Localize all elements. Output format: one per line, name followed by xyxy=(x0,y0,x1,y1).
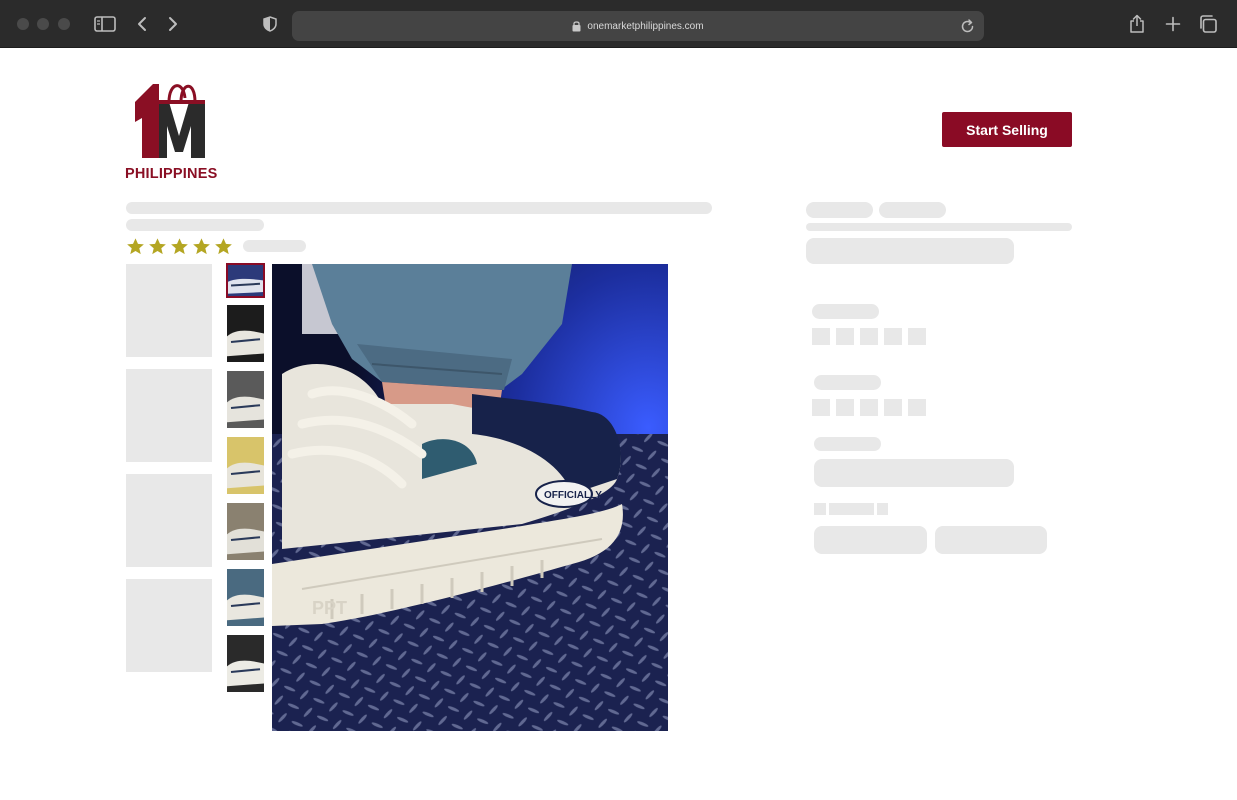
option-swatch-skeleton xyxy=(836,328,854,345)
quantity-label-skeleton xyxy=(814,437,881,451)
lock-icon xyxy=(572,20,581,32)
new-tab-icon[interactable] xyxy=(1161,12,1185,36)
star-icon xyxy=(149,238,166,255)
sneaker-photo: OFFICIALLY PPT xyxy=(272,264,668,731)
quantity-skeleton xyxy=(814,459,1014,487)
option-swatch-skeleton xyxy=(908,399,926,416)
option-swatch-skeleton xyxy=(908,328,926,345)
image-placeholder xyxy=(126,369,212,462)
star-icon xyxy=(215,238,232,255)
review-count-skeleton xyxy=(243,240,306,252)
option-swatch-skeleton xyxy=(884,328,902,345)
product-thumbnail[interactable] xyxy=(227,437,264,494)
product-thumbnail[interactable] xyxy=(227,371,264,428)
image-placeholder xyxy=(126,579,212,672)
title-skeleton xyxy=(126,202,712,214)
reload-icon[interactable] xyxy=(958,17,976,35)
image-placeholder xyxy=(126,264,212,357)
promo-skeleton xyxy=(806,238,1014,264)
product-thumbnail[interactable] xyxy=(226,263,265,298)
star-icon xyxy=(127,238,144,255)
sidebar-icon[interactable] xyxy=(93,12,117,36)
logo-wordmark: PHILIPPINES xyxy=(125,166,218,182)
forward-icon[interactable] xyxy=(161,12,185,36)
image-placeholder xyxy=(126,474,212,567)
shopping-bag-logo-icon xyxy=(135,84,205,158)
tabs-icon[interactable] xyxy=(1196,12,1220,36)
minimize-window-button[interactable] xyxy=(37,18,49,30)
option-label-skeleton xyxy=(814,375,881,390)
share-icon[interactable] xyxy=(1125,12,1149,36)
svg-text:PPT: PPT xyxy=(312,598,347,618)
price-skeleton xyxy=(806,202,873,218)
option-label-skeleton xyxy=(812,304,879,319)
title-skeleton xyxy=(126,219,264,231)
option-swatch-skeleton xyxy=(860,399,878,416)
option-swatch-skeleton xyxy=(884,399,902,416)
product-thumbnail[interactable] xyxy=(227,305,264,362)
option-swatch-skeleton xyxy=(836,399,854,416)
stock-skeleton xyxy=(877,503,888,515)
option-swatch-skeleton xyxy=(812,328,830,345)
shield-icon[interactable] xyxy=(258,12,282,36)
star-icon xyxy=(171,238,188,255)
zoom-window-button[interactable] xyxy=(58,18,70,30)
product-thumbnail[interactable] xyxy=(227,503,264,560)
buy-now-skeleton xyxy=(935,526,1047,554)
option-swatch-skeleton xyxy=(812,399,830,416)
product-main-image[interactable]: OFFICIALLY PPT xyxy=(272,264,668,731)
close-window-button[interactable] xyxy=(17,18,29,30)
price-skeleton xyxy=(879,202,946,218)
product-thumbnail[interactable] xyxy=(227,569,264,626)
address-bar[interactable]: onemarketphilippines.com xyxy=(292,11,984,41)
product-thumbnail[interactable] xyxy=(227,635,264,692)
svg-text:OFFICIALLY: OFFICIALLY xyxy=(544,490,602,501)
option-swatch-skeleton xyxy=(860,328,878,345)
start-selling-button[interactable]: Start Selling xyxy=(942,112,1072,147)
site-logo[interactable]: PHILIPPINES xyxy=(125,76,229,184)
divider-skeleton xyxy=(806,223,1072,231)
rating-stars xyxy=(126,237,233,256)
back-icon[interactable] xyxy=(130,12,154,36)
star-icon xyxy=(193,238,210,255)
browser-toolbar: onemarketphilippines.com xyxy=(0,0,1237,48)
url-text: onemarketphilippines.com xyxy=(587,20,704,32)
add-to-cart-skeleton xyxy=(814,526,927,554)
stock-skeleton xyxy=(829,503,874,515)
stock-skeleton xyxy=(814,503,826,515)
